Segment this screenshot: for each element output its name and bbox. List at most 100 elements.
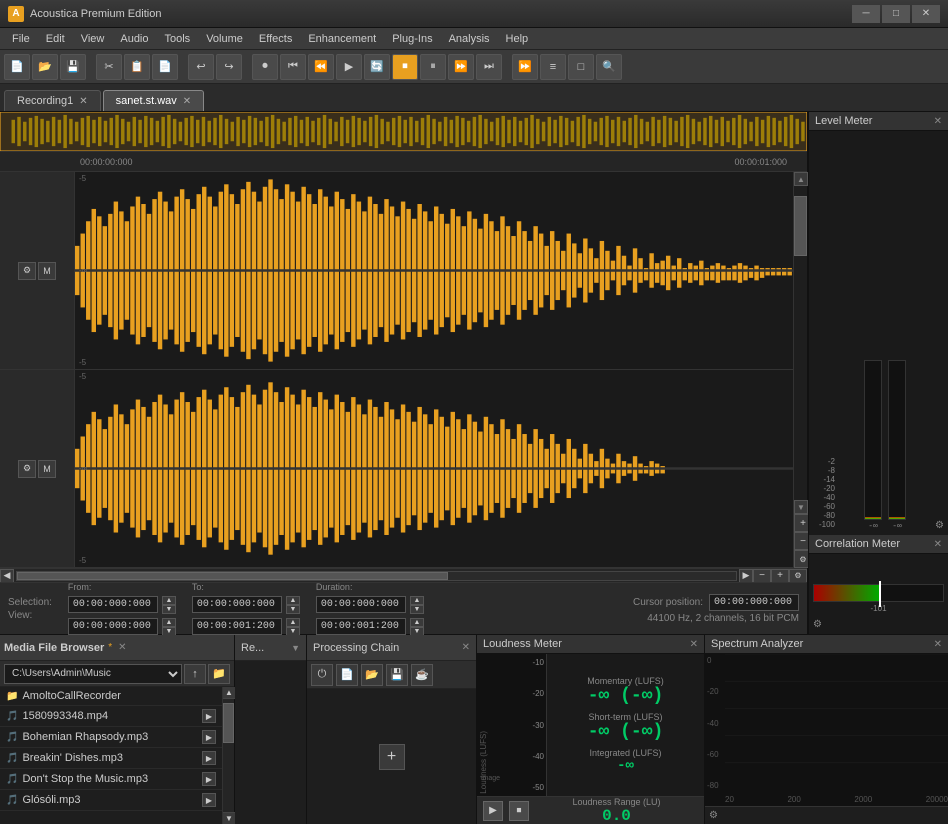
vscroll-thumb[interactable] [794, 196, 807, 256]
filelist-scroll-down[interactable]: ▼ [223, 812, 235, 824]
media-browser-close[interactable]: ✕ [118, 642, 126, 653]
menu-plugins[interactable]: Plug-Ins [384, 31, 440, 47]
view-from-input[interactable] [68, 618, 158, 635]
zoom-mode-button[interactable]: 🔍 [596, 54, 622, 80]
minimize-button[interactable]: ─ [852, 5, 880, 23]
track-mute-2[interactable]: M [38, 460, 56, 478]
loudness-stop-button[interactable]: ⏹ [509, 801, 529, 821]
navigate-up-button[interactable]: ↑ [184, 664, 206, 684]
sel-from-up[interactable]: ▲ [162, 596, 176, 605]
track-wave-2[interactable]: -5 -∞ -5 [75, 370, 793, 567]
hscroll-thumb[interactable] [17, 572, 448, 580]
tab-recording1[interactable]: Recording1 ✕ [4, 90, 101, 111]
goto-start-button[interactable]: ⏮ [280, 54, 306, 80]
list-item[interactable]: 🎵 Bohemian Rhapsody.mp3 ▶ [0, 727, 222, 748]
menu-analysis[interactable]: Analysis [441, 31, 498, 47]
list-item[interactable]: 📁 AmoltoCallRecorder [0, 687, 222, 706]
view-to-input[interactable] [192, 618, 282, 635]
selection-duration-input[interactable] [316, 596, 406, 613]
vscroll-down-button[interactable]: ▼ [794, 500, 808, 514]
file-list-scrollbar[interactable]: ▲ ▼ [222, 687, 234, 824]
add-effect-button[interactable]: + [379, 744, 405, 770]
selection-to-input[interactable] [192, 596, 282, 613]
sel-to-up[interactable]: ▲ [286, 596, 300, 605]
track-settings-1[interactable]: ⚙ [18, 262, 36, 280]
hscroll-left-button[interactable]: ◀ [0, 569, 14, 583]
corr-settings-icon[interactable]: ⚙ [813, 619, 822, 630]
paste-button[interactable]: 📄 [152, 54, 178, 80]
menu-file[interactable]: File [4, 31, 38, 47]
menu-help[interactable]: Help [498, 31, 537, 47]
pause-button[interactable]: ⏸ [420, 54, 446, 80]
record-button[interactable]: ⏺ [252, 54, 278, 80]
menu-enhancement[interactable]: Enhancement [300, 31, 384, 47]
media-browser-path-select[interactable]: C:\Users\Admin\Music [4, 664, 182, 684]
sel-from-down[interactable]: ▼ [162, 605, 176, 614]
list-item[interactable]: 🎵 1580993348.mp4 ▶ [0, 706, 222, 727]
play-button[interactable]: ▶ [336, 54, 362, 80]
processing-chain-close[interactable]: ✕ [462, 642, 470, 653]
loudness-meter-close[interactable]: ✕ [690, 639, 698, 650]
file-play-button[interactable]: ▶ [202, 772, 216, 786]
pc-render-button[interactable]: ☕ [411, 664, 433, 686]
hscroll-right-button[interactable]: ▶ [739, 569, 753, 583]
pc-open-button[interactable]: 📂 [361, 664, 383, 686]
spectrum-settings-icon[interactable]: ⚙ [709, 810, 718, 821]
vertical-scrollbar[interactable]: ▲ ▼ + − ⚙ [793, 172, 807, 568]
redo-button[interactable]: ↪ [216, 54, 242, 80]
open-button[interactable]: 📂 [32, 54, 58, 80]
zoom-plus-button[interactable]: + [771, 569, 789, 583]
tab-close-sanet[interactable]: ✕ [183, 96, 191, 107]
track-mute-1[interactable]: M [38, 262, 56, 280]
hscroll-track[interactable] [16, 571, 737, 581]
maximize-button[interactable]: □ [882, 5, 910, 23]
list-item[interactable]: 🎵 Glósóli.mp3 ▶ [0, 790, 222, 811]
menu-effects[interactable]: Effects [251, 31, 300, 47]
tab-close-recording1[interactable]: ✕ [79, 96, 87, 107]
view-duration-input[interactable] [316, 618, 406, 635]
spectrum-analyzer-close[interactable]: ✕ [934, 639, 942, 650]
menu-volume[interactable]: Volume [198, 31, 251, 47]
correlation-meter-close[interactable]: ✕ [934, 539, 942, 550]
selection-from-input[interactable] [68, 596, 158, 613]
recorder-dropdown-icon[interactable]: ▼ [291, 643, 300, 653]
track-wave-1[interactable]: -5 -∞ -5 [75, 172, 793, 369]
copy-button[interactable]: 📋 [124, 54, 150, 80]
tab-sanet[interactable]: sanet.st.wav ✕ [103, 90, 205, 111]
new-button[interactable]: 📄 [4, 54, 30, 80]
vscroll-track[interactable] [794, 186, 807, 500]
view-from-up[interactable]: ▲ [162, 618, 176, 627]
loudness-play-button[interactable]: ▶ [483, 801, 503, 821]
zoom-minus-button[interactable]: − [753, 569, 771, 583]
menu-tools[interactable]: Tools [157, 31, 199, 47]
vscroll-up-button[interactable]: ▲ [794, 172, 808, 186]
pc-save-button[interactable]: 💾 [386, 664, 408, 686]
menu-edit[interactable]: Edit [38, 31, 73, 47]
fast-forward-button[interactable]: ⏩ [448, 54, 474, 80]
level-meter-close[interactable]: ✕ [934, 116, 942, 127]
cursor-pos-input[interactable] [709, 594, 799, 611]
timeline-ruler[interactable]: 00:00:00:000 00:00:01:000 [0, 152, 807, 172]
recorder-header[interactable]: Re... ▼ [235, 635, 306, 661]
close-button[interactable]: ✕ [912, 5, 940, 23]
menu-audio[interactable]: Audio [112, 31, 156, 47]
stop-button[interactable]: ⏹ [392, 54, 418, 80]
pc-new-button[interactable]: 📄 [336, 664, 358, 686]
rewind-button[interactable]: ⏪ [308, 54, 334, 80]
undo-button[interactable]: ↩ [188, 54, 214, 80]
file-play-button[interactable]: ▶ [202, 751, 216, 765]
sel-dur-down[interactable]: ▼ [410, 605, 424, 614]
list-item[interactable]: 🎵 Breakin' Dishes.mp3 ▶ [0, 748, 222, 769]
list-item[interactable]: 🎵 Don't Stop the Music.mp3 ▶ [0, 769, 222, 790]
goto-end-button[interactable]: ⏭ [476, 54, 502, 80]
pc-power-button[interactable]: ⏻ [311, 664, 333, 686]
sel-to-down[interactable]: ▼ [286, 605, 300, 614]
level-meter-settings-icon[interactable]: ⚙ [935, 520, 944, 531]
file-play-button[interactable]: ▶ [202, 709, 216, 723]
view-to-up[interactable]: ▲ [286, 618, 300, 627]
sel-dur-up[interactable]: ▲ [410, 596, 424, 605]
filelist-scroll-up[interactable]: ▲ [223, 687, 235, 699]
loop-button[interactable]: 🔄 [364, 54, 390, 80]
file-play-button[interactable]: ▶ [202, 793, 216, 807]
horizontal-scrollbar[interactable]: ◀ ▶ − + ⚙ [0, 568, 807, 582]
